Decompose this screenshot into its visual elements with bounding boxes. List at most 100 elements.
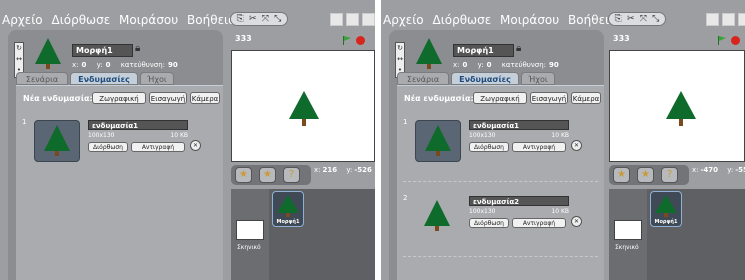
stop-icon[interactable] xyxy=(356,36,365,45)
stage-tile[interactable]: Σκηνικό xyxy=(609,189,647,280)
surprise-sprite-icon[interactable]: ? xyxy=(661,167,678,183)
sprite-tile[interactable]: Μορφή1 xyxy=(272,191,304,227)
tab-sounds[interactable]: Ήχοι xyxy=(140,72,174,85)
delete-icon[interactable]: ✕ xyxy=(190,140,201,151)
costume-name-field[interactable]: ενδυμασία2 xyxy=(469,196,569,206)
sprite-list: Σκηνικό Μορφή1 xyxy=(231,189,375,280)
edit-costume-button[interactable]: Διόρθωση xyxy=(469,142,509,152)
import-button[interactable]: Εισαγωγή xyxy=(149,92,187,104)
costume-thumbnail[interactable] xyxy=(415,196,459,236)
surprise-sprite-icon[interactable]: ? xyxy=(283,167,300,183)
tree-sprite[interactable] xyxy=(287,89,321,129)
presentation-icon[interactable] xyxy=(738,13,745,26)
shrink-icon[interactable]: ⤡ xyxy=(274,14,281,24)
tab-sounds[interactable]: Ήχοι xyxy=(521,72,555,85)
new-costume-label: Νέα ενδυμασία: xyxy=(23,94,93,103)
tab-costumes[interactable]: Ενδυμασίες xyxy=(451,72,519,85)
tree-icon xyxy=(277,195,299,217)
direction-label: κατεύθυνση: xyxy=(120,61,165,69)
menu-share[interactable]: Μοιράσου xyxy=(500,13,559,27)
presentation-icon[interactable] xyxy=(362,13,375,26)
duplicate-icon[interactable]: ⎘ xyxy=(615,14,622,24)
mouse-y-label: y: xyxy=(727,166,734,174)
edit-costume-button[interactable]: Διόρθωση xyxy=(88,142,128,152)
lock-icon[interactable]: 🔒︎ xyxy=(516,43,521,54)
stage[interactable] xyxy=(231,50,375,162)
stage-tile[interactable]: Σκηνικό xyxy=(231,189,269,280)
costumes-panel: Νέα ενδυμασία: Ζωγραφική Εισαγωγή Κάμερα… xyxy=(16,85,223,280)
separator xyxy=(403,181,598,182)
menu-file[interactable]: Αρχείο xyxy=(383,13,424,27)
sprite-position: x: 0 y: 0 κατεύθυνση: 90 xyxy=(72,61,186,69)
project-title[interactable]: 333 xyxy=(235,34,252,48)
sprite-name-field[interactable]: Μορφή1 xyxy=(72,44,133,57)
scratch-window-left: Αρχείο Διόρθωσε Μοιράσου Βοήθεια ⎘ ✂ ⤧ ⤡… xyxy=(0,0,375,280)
copy-costume-button[interactable]: Αντιγραφή xyxy=(131,142,185,152)
costume-number: 1 xyxy=(403,118,408,126)
cut-icon[interactable]: ✂ xyxy=(627,14,635,24)
sprite-name-field[interactable]: Μορφή1 xyxy=(453,44,514,57)
import-button[interactable]: Εισαγωγή xyxy=(530,92,568,104)
costume-name-field[interactable]: ενδυμασία1 xyxy=(469,120,569,130)
costume-item[interactable]: 1 ενδυμασία1 100x130 10 KB Διόρθωση Αντιγ… xyxy=(397,116,604,176)
sprite-tile[interactable]: Μορφή1 xyxy=(650,191,682,227)
normal-stage-icon[interactable] xyxy=(346,13,359,26)
sprite-info-pane: ↻ ↔ • Μορφή1 🔒︎ x: 0 y: 0 κατεύθυνση: 90 Σενά… xyxy=(389,30,604,280)
shrink-icon[interactable]: ⤡ xyxy=(652,14,659,24)
paint-button[interactable]: Ζωγραφική xyxy=(92,92,146,104)
paint-new-sprite-icon[interactable]: ★ xyxy=(613,167,630,183)
green-flag-icon[interactable] xyxy=(717,36,726,45)
edit-tools: ⎘ ✂ ⤧ ⤡ xyxy=(608,12,666,26)
menu-help[interactable]: Βοήθεια xyxy=(187,13,236,27)
costume-thumbnail[interactable] xyxy=(34,120,80,162)
grow-icon[interactable]: ⤧ xyxy=(262,14,269,24)
delete-icon[interactable]: ✕ xyxy=(571,140,582,151)
costume-name-field[interactable]: ενδυμασία1 xyxy=(88,120,188,130)
small-stage-icon[interactable] xyxy=(706,13,719,26)
costumes-panel: Νέα ενδυμασία: Ζωγραφική Εισαγωγή Κάμερα… xyxy=(397,85,604,280)
x-value: 0 xyxy=(81,61,87,69)
tab-costumes[interactable]: Ενδυμασίες xyxy=(70,72,138,85)
green-flag-icon[interactable] xyxy=(342,36,351,45)
costume-item[interactable]: 2 ενδυμασία2 100x130 10 KB Διόρθωση Αντιγ… xyxy=(397,192,604,252)
stop-icon[interactable] xyxy=(731,36,740,45)
sprite-thumbnail-icon xyxy=(416,38,442,69)
edit-costume-button[interactable]: Διόρθωση xyxy=(469,218,509,228)
duplicate-icon[interactable]: ⎘ xyxy=(237,14,244,24)
project-title[interactable]: 333 xyxy=(613,34,630,48)
choose-new-sprite-icon[interactable]: ★ xyxy=(259,167,276,183)
costume-item[interactable]: 1 ενδυμασία1 100x130 10 KB Διόρθωση Αντιγ… xyxy=(16,116,223,176)
sprite-position: x: 0 y: 0 κατεύθυνση: 90 xyxy=(453,61,567,69)
costume-thumbnail[interactable] xyxy=(415,120,461,162)
costume-dimensions: 100x130 xyxy=(88,132,115,139)
sprite-info-pane: ↻ ↔ • Μορφή1 🔒︎ x: 0 y: 0 κατεύθυνση: 90 Σενά… xyxy=(8,30,223,280)
delete-icon[interactable]: ✕ xyxy=(571,216,582,227)
stage[interactable] xyxy=(609,50,745,162)
mouse-y-label: y: xyxy=(346,166,353,174)
small-stage-icon[interactable] xyxy=(330,13,343,26)
menu-edit[interactable]: Διόρθωσε xyxy=(51,13,110,27)
edit-tools: ⎘ ✂ ⤧ ⤡ xyxy=(230,12,288,26)
paint-new-sprite-icon[interactable]: ★ xyxy=(235,167,252,183)
tree-icon xyxy=(424,200,450,231)
tab-scripts[interactable]: Σενάρια xyxy=(16,72,68,85)
tree-sprite[interactable] xyxy=(664,89,698,129)
lock-icon[interactable]: 🔒︎ xyxy=(135,43,140,54)
cut-icon[interactable]: ✂ xyxy=(249,14,257,24)
costume-number: 2 xyxy=(403,194,408,202)
sprite-list: Σκηνικό Μορφή1 xyxy=(609,189,745,280)
choose-new-sprite-icon[interactable]: ★ xyxy=(637,167,654,183)
menu-file[interactable]: Αρχείο xyxy=(2,13,43,27)
tab-scripts[interactable]: Σενάρια xyxy=(397,72,449,85)
copy-costume-button[interactable]: Αντιγραφή xyxy=(512,218,566,228)
camera-button[interactable]: Κάμερα xyxy=(571,92,601,104)
copy-costume-button[interactable]: Αντιγραφή xyxy=(512,142,566,152)
direction-label: κατεύθυνση: xyxy=(501,61,546,69)
normal-stage-icon[interactable] xyxy=(722,13,735,26)
menu-edit[interactable]: Διόρθωσε xyxy=(432,13,491,27)
x-value: 0 xyxy=(462,61,468,69)
menu-share[interactable]: Μοιράσου xyxy=(119,13,178,27)
paint-button[interactable]: Ζωγραφική xyxy=(473,92,527,104)
camera-button[interactable]: Κάμερα xyxy=(190,92,220,104)
grow-icon[interactable]: ⤧ xyxy=(640,14,647,24)
